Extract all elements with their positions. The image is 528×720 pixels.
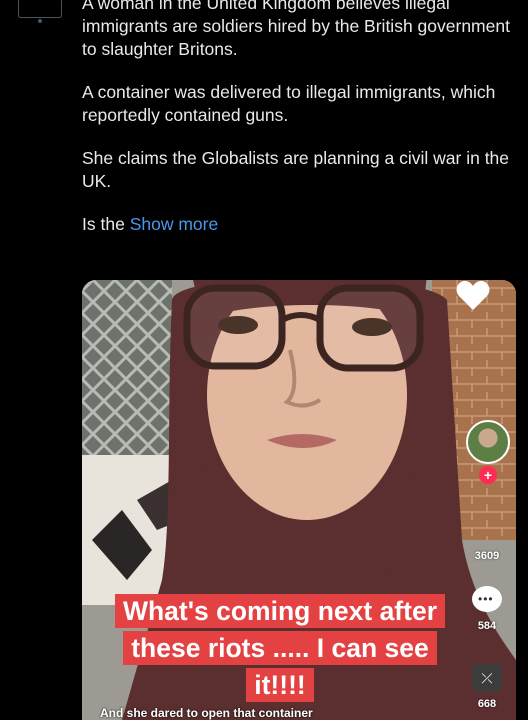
author-avatar[interactable]	[18, 0, 62, 23]
tweet-paragraph-1: A woman in the United Kingdom believes i…	[82, 0, 510, 59]
heart-icon[interactable]	[456, 280, 490, 312]
show-more-link[interactable]: Show more	[130, 214, 219, 234]
creator-avatar[interactable]	[466, 420, 510, 464]
follow-plus-icon[interactable]: +	[479, 466, 497, 484]
video-caption: What's coming next after these riots ...…	[94, 593, 466, 704]
share-icon[interactable]: ⤫	[472, 664, 502, 692]
video-caption-text: What's coming next after these riots ...…	[114, 594, 446, 702]
truncated-text: Is the	[82, 214, 125, 234]
tweet-paragraph-3: She claims the Globalists are planning a…	[82, 148, 510, 191]
video-media[interactable]: + 3609 ••• 584 ⤫ 668 What's coming next …	[82, 280, 516, 720]
comment-icon[interactable]: •••	[472, 586, 502, 612]
tweet-paragraph-2: A container was delivered to illegal imm…	[82, 82, 496, 125]
tweet-body: A woman in the United Kingdom believes i…	[82, 0, 512, 256]
tweet-paragraph-truncated: Is the Show more	[82, 213, 512, 236]
video-subcaption: And she dared to open that container	[100, 706, 313, 720]
like-count: 3609	[474, 550, 500, 562]
